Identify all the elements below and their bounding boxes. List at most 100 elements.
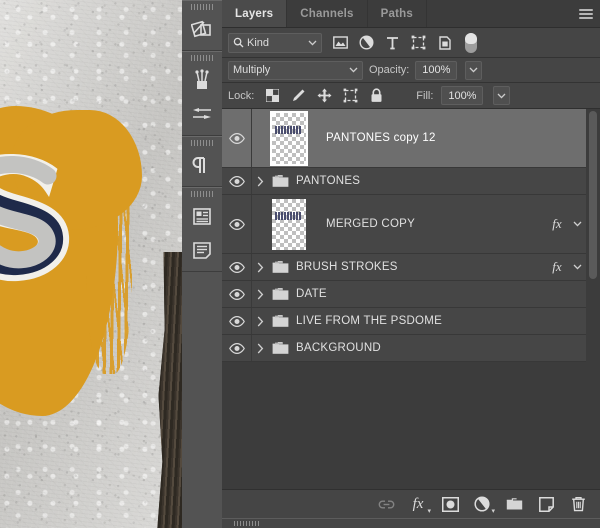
layer-name[interactable]: MERGED COPY — [322, 218, 546, 230]
delete-layer-button[interactable] — [569, 495, 587, 513]
layer-thumbnail[interactable] — [272, 198, 306, 250]
chevron-right-icon — [257, 176, 263, 186]
chevron-down-icon — [573, 264, 581, 270]
lock-options-row: Lock: Fill: 100% — [222, 83, 600, 109]
group-folder-cell[interactable] — [268, 314, 292, 328]
layer-name[interactable]: PANTONES — [292, 175, 586, 187]
layer-name[interactable]: BRUSH STROKES — [292, 261, 546, 273]
group-disclosure-toggle[interactable] — [252, 289, 268, 300]
eye-icon — [228, 132, 245, 144]
dropdown-caret-icon: ▾ — [491, 508, 495, 515]
group-folder-cell[interactable] — [268, 174, 292, 188]
layer-row[interactable]: PANTONES — [222, 168, 600, 195]
layer-row[interactable]: MERGED COPY fx — [222, 195, 600, 254]
scrollbar-thumb[interactable] — [589, 111, 597, 279]
dropdown-caret-icon: ▾ — [427, 508, 431, 515]
opacity-input[interactable]: 100% — [415, 60, 458, 80]
layer-visibility-toggle[interactable] — [222, 335, 252, 361]
filter-kind-select[interactable]: Kind — [228, 32, 322, 53]
thumbnail-artwork — [275, 211, 301, 220]
layers-bottom-toolbar: fx ▾ ▾ — [222, 489, 600, 518]
new-group-button[interactable] — [505, 495, 523, 513]
group-folder-cell[interactable] — [268, 260, 292, 274]
filter-enable-toggle[interactable] — [465, 32, 477, 53]
rail-grip[interactable] — [191, 4, 213, 10]
group-folder-cell[interactable] — [268, 341, 292, 355]
lock-image-pixels-icon[interactable] — [291, 88, 306, 103]
chevron-down-icon — [573, 221, 581, 227]
folder-icon — [272, 175, 288, 187]
tab-paths[interactable]: Paths — [367, 0, 427, 27]
layer-thumbnail[interactable] — [270, 110, 308, 166]
tab-layers[interactable]: Layers — [222, 0, 288, 27]
opacity-stepper[interactable] — [465, 60, 483, 80]
group-disclosure-toggle[interactable] — [252, 316, 268, 327]
layer-name[interactable]: LIVE FROM THE PSDOME — [292, 315, 586, 327]
rail-grip[interactable] — [191, 140, 213, 146]
fill-input[interactable]: 100% — [441, 86, 484, 105]
layer-visibility-toggle[interactable] — [222, 109, 252, 167]
layer-effects-indicator[interactable]: fx — [546, 216, 568, 232]
new-layer-button[interactable] — [537, 495, 555, 513]
effects-disclosure-toggle[interactable] — [568, 221, 586, 227]
layer-effects-indicator[interactable]: fx — [546, 259, 568, 275]
lock-all-icon[interactable] — [369, 88, 384, 103]
chevron-right-icon — [257, 262, 263, 272]
document-canvas[interactable] — [0, 0, 182, 528]
layer-row[interactable]: BACKGROUND — [222, 335, 600, 362]
layer-visibility-toggle[interactable] — [222, 308, 252, 334]
layer-visibility-toggle[interactable] — [222, 281, 252, 307]
divider-grip[interactable] — [234, 521, 260, 526]
layer-row[interactable]: LIVE FROM THE PSDOME — [222, 308, 600, 335]
brushes-icon[interactable] — [182, 63, 222, 97]
hamburger-menu-icon[interactable] — [572, 0, 600, 27]
fill-stepper[interactable] — [493, 86, 511, 105]
effects-disclosure-toggle[interactable] — [568, 264, 586, 270]
filter-shape-icon[interactable] — [410, 34, 427, 51]
lock-position-icon[interactable] — [317, 88, 332, 103]
group-folder-cell[interactable] — [268, 287, 292, 301]
blend-mode-select[interactable]: Multiply — [228, 60, 363, 80]
layer-thumbnail-cell[interactable] — [268, 110, 322, 166]
layer-name[interactable]: DATE — [292, 288, 586, 300]
layer-row[interactable]: DATE — [222, 281, 600, 308]
folder-icon — [272, 288, 288, 300]
layer-row[interactable]: BRUSH STROKES fx — [222, 254, 600, 281]
eye-icon — [228, 342, 245, 354]
filter-type-icon[interactable] — [384, 34, 401, 51]
swatches-color-icon[interactable] — [182, 12, 222, 46]
group-disclosure-toggle[interactable] — [252, 176, 268, 187]
paragraph-icon[interactable] — [182, 148, 222, 182]
new-adjustment-layer-button[interactable]: ▾ — [473, 495, 495, 515]
rail-grip[interactable] — [191, 191, 213, 197]
brush-settings-icon[interactable] — [182, 97, 222, 131]
panel-tab-bar: Layers Channels Paths — [222, 0, 600, 28]
filter-adjustment-icon[interactable] — [358, 34, 375, 51]
character-styles-icon[interactable] — [182, 199, 222, 233]
group-disclosure-toggle[interactable] — [252, 343, 268, 354]
layer-style-button[interactable]: fx ▾ — [409, 495, 431, 515]
chevron-down-icon — [497, 93, 506, 99]
tab-channels[interactable]: Channels — [287, 0, 368, 27]
layer-list[interactable]: PANTONES copy 12 PANTONES MERGED COPY fx … — [222, 109, 600, 489]
lock-artboard-nesting-icon[interactable] — [343, 88, 358, 103]
add-layer-mask-button[interactable] — [441, 495, 459, 513]
layer-thumbnail-cell[interactable] — [268, 198, 322, 250]
lock-transparency-icon[interactable] — [265, 88, 280, 103]
panel-resize-divider[interactable] — [222, 518, 600, 528]
filter-smart-object-icon[interactable] — [436, 34, 453, 51]
group-disclosure-toggle[interactable] — [252, 262, 268, 273]
filter-type-icons — [332, 34, 453, 51]
layer-visibility-toggle[interactable] — [222, 195, 252, 253]
layer-visibility-toggle[interactable] — [222, 254, 252, 280]
layer-visibility-toggle[interactable] — [222, 168, 252, 194]
rail-grip[interactable] — [191, 55, 213, 61]
layer-row[interactable]: PANTONES copy 12 — [222, 109, 600, 168]
layer-name[interactable]: PANTONES copy 12 — [322, 132, 586, 144]
layer-name[interactable]: BACKGROUND — [292, 342, 586, 354]
filter-pixel-icon[interactable] — [332, 34, 349, 51]
paragraph-styles-icon[interactable] — [182, 233, 222, 267]
layer-list-scrollbar[interactable] — [586, 109, 600, 489]
photoshop-window: Layers Channels Paths Kind Multiply Opac… — [0, 0, 600, 528]
opacity-label: Opacity: — [369, 64, 410, 76]
